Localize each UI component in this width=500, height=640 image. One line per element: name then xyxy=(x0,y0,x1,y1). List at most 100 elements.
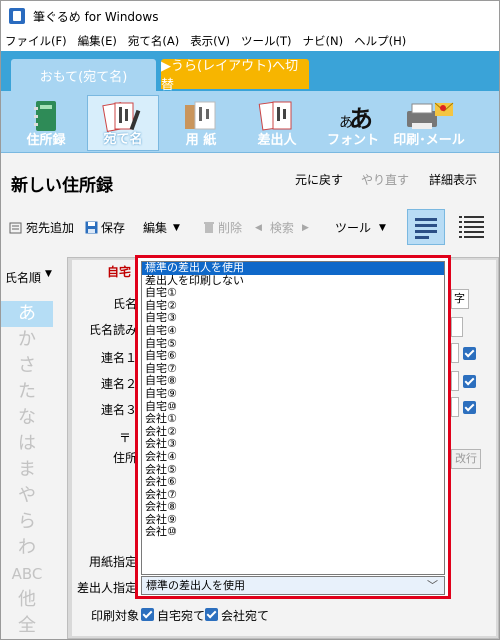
list-view-button[interactable] xyxy=(453,209,491,245)
svg-text:あ: あ xyxy=(349,104,373,133)
ribbon-sender[interactable]: 差出人 xyxy=(241,95,313,151)
card-view-button[interactable] xyxy=(407,209,445,245)
ribbon-print-mail[interactable]: 印刷･メール xyxy=(393,95,465,151)
reading-field-edge[interactable] xyxy=(451,317,463,337)
kana-tab[interactable]: や xyxy=(1,483,53,509)
sender-options-list[interactable]: 標準の差出人を使用 差出人を印刷しない 自宅① 自宅② 自宅③ 自宅④ 自宅⑤ … xyxy=(141,261,445,575)
sender-option[interactable]: 会社③ xyxy=(142,438,444,451)
co-name-2-label: 連名２ xyxy=(101,377,138,391)
co-name-2-checkbox[interactable] xyxy=(463,375,476,388)
sender-select[interactable]: 標準の差出人を使用 ﹀ xyxy=(141,576,445,595)
co-name-3-checkbox[interactable] xyxy=(463,401,476,414)
triangle-left-icon: ◀ xyxy=(255,222,262,233)
title-bar: 筆ぐるめ for Windows xyxy=(1,1,499,31)
app-window: 筆ぐるめ for Windows ファイル(F) 編集(E) 宛て名(A) 表示… xyxy=(0,0,500,640)
menu-navi[interactable]: ナビ(N) xyxy=(303,33,344,49)
kana-tab[interactable]: な xyxy=(1,405,53,431)
page-header: 新しい住所録 元に戻す やり直す 詳細表示 xyxy=(1,153,499,203)
tab-back-switch[interactable]: ▶うら(レイアウト)へ切替 xyxy=(161,59,309,93)
sender-option[interactable]: 自宅⑧ xyxy=(142,375,444,388)
sender-option[interactable]: 会社⑥ xyxy=(142,475,444,489)
postcards-icon xyxy=(102,102,141,132)
sender-option[interactable]: 自宅④ xyxy=(142,324,444,338)
delete-button[interactable]: 削除 xyxy=(203,219,242,236)
kana-tab[interactable]: ま xyxy=(1,457,53,483)
tool-menu-button[interactable]: ツール ▼ xyxy=(335,219,386,236)
sender-option[interactable]: 会社⑨ xyxy=(142,513,444,527)
page-title: 新しい住所録 xyxy=(11,176,113,196)
sender-dropdown-highlight: 標準の差出人を使用 差出人を印刷しない 自宅① 自宅② 自宅③ 自宅④ 自宅⑤ … xyxy=(135,255,451,599)
sender-option[interactable]: 自宅① xyxy=(142,287,444,300)
kana-tab[interactable]: 全 xyxy=(1,613,53,639)
add-card-icon xyxy=(9,222,22,233)
print-home-checkbox[interactable] xyxy=(141,608,154,621)
sender-option[interactable]: 自宅⑤ xyxy=(142,337,444,351)
sender-option[interactable]: 会社② xyxy=(142,425,444,439)
menu-edit[interactable]: 編集(E) xyxy=(78,33,117,49)
kana-tab[interactable]: 他 xyxy=(1,587,53,613)
sender-option[interactable]: 会社④ xyxy=(142,450,444,464)
newline-button[interactable]: 改行 xyxy=(451,449,481,469)
detail-view-button[interactable]: 詳細表示 xyxy=(429,171,477,188)
menu-tools[interactable]: ツール(T) xyxy=(241,33,292,49)
sender-option[interactable]: 自宅⑩ xyxy=(142,400,444,414)
kana-tab[interactable]: ABC xyxy=(1,561,53,587)
save-icon xyxy=(85,221,98,234)
sender-postcard-icon xyxy=(258,101,292,131)
ribbon-paper[interactable]: 用 紙 xyxy=(165,95,237,151)
sender-option[interactable]: 自宅⑨ xyxy=(142,387,444,401)
kana-tab[interactable]: か xyxy=(1,327,53,353)
ribbon: 住所録 宛て名 用 紙 差出人 あ あ フォント 印刷･メール xyxy=(1,91,499,153)
printer-mail-icon xyxy=(407,102,454,129)
kana-tab[interactable]: さ xyxy=(1,353,53,379)
kana-tab[interactable]: た xyxy=(1,379,53,405)
co-name-1-checkbox[interactable] xyxy=(463,347,476,360)
ribbon-addressee[interactable]: 宛て名 xyxy=(87,95,159,151)
name-field-edge[interactable]: 字 xyxy=(451,289,469,309)
sender-option[interactable]: 会社① xyxy=(142,413,444,426)
menu-file[interactable]: ファイル(F) xyxy=(5,33,67,49)
add-recipient-label: 宛先追加 xyxy=(26,221,75,235)
sender-option[interactable]: 会社⑤ xyxy=(142,463,444,477)
sender-option[interactable]: 自宅③ xyxy=(142,312,444,325)
sender-option[interactable]: 自宅② xyxy=(142,299,444,313)
tool-label: ツール xyxy=(335,221,372,235)
co-name-2-field-edge[interactable] xyxy=(451,371,459,391)
edit-menu-button[interactable]: 編集 ▼ xyxy=(143,219,180,236)
card-view-icon xyxy=(415,218,437,239)
sender-option[interactable]: 会社⑧ xyxy=(142,501,444,514)
sender-option[interactable]: 差出人を印刷しない xyxy=(142,274,444,288)
co-name-1-field-edge[interactable] xyxy=(451,343,459,363)
menu-address[interactable]: 宛て名(A) xyxy=(128,33,179,49)
tab-front[interactable]: おもて(宛て名) xyxy=(11,59,156,91)
save-button[interactable]: 保存 xyxy=(85,219,125,236)
sender-option[interactable]: 会社⑩ xyxy=(142,526,444,539)
kana-tab[interactable]: わ xyxy=(1,535,53,561)
redo-button[interactable]: やり直す xyxy=(361,171,409,188)
print-company-checkbox[interactable] xyxy=(205,608,218,621)
co-name-3-field-edge[interactable] xyxy=(451,397,459,417)
kana-index: あ か さ た な は ま や ら わ ABC 他 全 xyxy=(1,301,57,636)
kana-tab[interactable]: ら xyxy=(1,509,53,535)
toolbar: 宛先追加 保存 編集 ▼ 削除 ◀ 検索 ▶ ツール ▼ xyxy=(1,203,499,251)
side-tab-strip: おもて(宛て名) ▶うら(レイアウト)へ切替 xyxy=(1,51,499,93)
kana-tab[interactable]: は xyxy=(1,431,53,457)
print-company-label: 会社宛て xyxy=(221,609,270,623)
sender-option[interactable]: 会社⑦ xyxy=(142,488,444,502)
ribbon-font[interactable]: あ あ フォント xyxy=(317,95,389,151)
kana-tab[interactable]: あ xyxy=(1,301,53,327)
add-recipient-button[interactable]: 宛先追加 xyxy=(9,219,74,236)
undo-button[interactable]: 元に戻す xyxy=(295,171,343,188)
app-icon xyxy=(9,8,25,24)
caret-down-icon: ▼ xyxy=(173,222,180,233)
ribbon-address-book[interactable]: 住所録 xyxy=(9,95,83,151)
menu-help[interactable]: ヘルプ(H) xyxy=(354,33,406,49)
sender-option[interactable]: 標準の差出人を使用 xyxy=(142,262,444,275)
sender-option[interactable]: 自宅⑦ xyxy=(142,362,444,376)
search-button[interactable]: ◀ 検索 ▶ xyxy=(255,219,309,236)
caret-down-icon: ▼ xyxy=(45,269,52,279)
menu-view[interactable]: 表示(V) xyxy=(190,33,230,49)
sender-option[interactable]: 自宅⑥ xyxy=(142,350,444,363)
sort-label: 氏名順 xyxy=(5,271,42,285)
chevron-down-icon: ﹀ xyxy=(427,579,438,592)
